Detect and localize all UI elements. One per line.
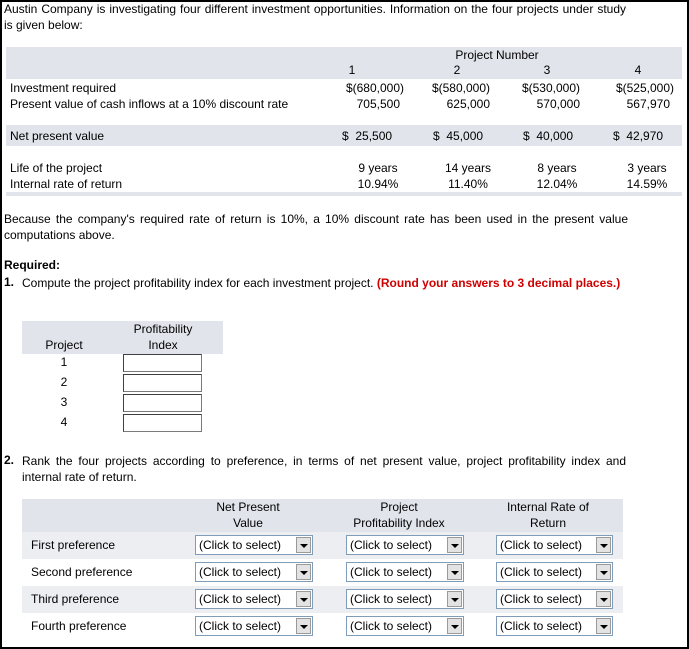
rank-col-irr-line1: Internal Rate of xyxy=(506,500,590,514)
rank-col-pi-line1: Project xyxy=(380,500,418,514)
npv-second-select[interactable]: (Click to select) xyxy=(195,562,313,582)
irr-4: 14.59% xyxy=(626,177,668,191)
select-value: (Click to select) xyxy=(500,565,583,579)
investment-1: $(680,000) xyxy=(345,81,404,95)
npv-first-select[interactable]: (Click to select) xyxy=(195,535,313,555)
life-1: 9 years xyxy=(358,161,398,175)
pi-input-project-4[interactable] xyxy=(123,414,202,432)
pi-col-index-line2: Index xyxy=(148,338,178,352)
pi-input-project-3[interactable] xyxy=(123,394,202,412)
chevron-down-icon[interactable] xyxy=(296,537,311,553)
pi-first-select[interactable]: (Click to select) xyxy=(346,535,464,555)
rank-row-label-first: First preference xyxy=(31,538,116,552)
chevron-down-icon[interactable] xyxy=(447,591,462,607)
life-2: 14 years xyxy=(444,161,492,175)
chevron-down-icon[interactable] xyxy=(296,591,311,607)
rank-col-irr-line2: Return xyxy=(529,516,567,530)
pi-input-project-2[interactable] xyxy=(123,374,202,392)
life-4: 3 years xyxy=(627,161,667,175)
rank-row-label-third: Third preference xyxy=(31,592,120,606)
q2-text: Rank the four projects according to pref… xyxy=(22,454,626,484)
pv-inflows-2: 625,000 xyxy=(446,97,490,111)
required-heading: Required: xyxy=(4,258,61,272)
irr-3: 12.04% xyxy=(536,177,578,191)
pi-row-project-2: 2 xyxy=(60,375,68,389)
select-value: (Click to select) xyxy=(350,565,433,579)
pv-inflows-1: 705,500 xyxy=(356,97,400,111)
chevron-down-icon[interactable] xyxy=(596,618,611,634)
chevron-down-icon[interactable] xyxy=(596,591,611,607)
chevron-down-icon[interactable] xyxy=(296,618,311,634)
q1-text: Compute the project profitability index … xyxy=(22,275,628,291)
select-value: (Click to select) xyxy=(199,538,282,552)
rank-row-label-fourth: Fourth preference xyxy=(31,619,127,633)
row-label-pv-inflows: Present value of cash inflows at a 10% d… xyxy=(10,97,289,111)
life-3: 8 years xyxy=(537,161,577,175)
pi-row-project-3: 3 xyxy=(60,395,68,409)
table-bottom-rule xyxy=(6,192,682,196)
irr-first-select[interactable]: (Click to select) xyxy=(496,535,613,555)
pi-third-select[interactable]: (Click to select) xyxy=(346,589,464,609)
select-value: (Click to select) xyxy=(350,619,433,633)
irr-fourth-select[interactable]: (Click to select) xyxy=(496,616,613,636)
chevron-down-icon[interactable] xyxy=(447,564,462,580)
project-col-4: 4 xyxy=(634,63,642,77)
pi-col-index-line1: Profitability xyxy=(133,322,193,336)
pi-row-project-1: 1 xyxy=(60,355,68,369)
chevron-down-icon[interactable] xyxy=(596,564,611,580)
row-label-npv: Net present value xyxy=(10,129,105,143)
select-value: (Click to select) xyxy=(500,619,583,633)
q1-number: 1. xyxy=(4,275,15,289)
q2-number: 2. xyxy=(4,453,15,467)
select-value: (Click to select) xyxy=(500,538,583,552)
project-col-3: 3 xyxy=(543,63,551,77)
row-label-life: Life of the project xyxy=(10,161,103,175)
investment-2: $(580,000) xyxy=(431,81,490,95)
discount-note: Because the company's required rate of r… xyxy=(4,212,628,242)
irr-2: 11.40% xyxy=(448,177,488,191)
intro-text: Austin Company is investigating four dif… xyxy=(4,2,626,32)
select-value: (Click to select) xyxy=(199,619,282,633)
irr-1: 10.94% xyxy=(357,177,399,191)
q1-question: Compute the project profitability index … xyxy=(22,276,374,290)
investment-4: $(525,000) xyxy=(615,81,674,95)
irr-second-select[interactable]: (Click to select) xyxy=(496,562,613,582)
rank-col-npv-line2: Value xyxy=(233,516,263,530)
select-value: (Click to select) xyxy=(500,592,583,606)
pi-second-select[interactable]: (Click to select) xyxy=(346,562,464,582)
select-value: (Click to select) xyxy=(199,565,282,579)
pv-inflows-4: 567,970 xyxy=(626,97,670,111)
rank-row-label-second: Second preference xyxy=(31,565,133,579)
npv-2: $ 45,000 xyxy=(433,129,484,143)
chevron-down-icon[interactable] xyxy=(296,564,311,580)
row-label-investment: Investment required xyxy=(10,81,117,95)
project-col-2: 2 xyxy=(453,63,461,77)
pi-input-project-1[interactable] xyxy=(123,354,202,372)
investment-3: $(530,000) xyxy=(521,81,580,95)
npv-4: $ 42,970 xyxy=(613,129,664,143)
irr-third-select[interactable]: (Click to select) xyxy=(496,589,613,609)
row-label-irr: Internal rate of return xyxy=(10,177,123,191)
npv-1: $ 25,500 xyxy=(342,129,393,143)
chevron-down-icon[interactable] xyxy=(447,618,462,634)
pv-inflows-3: 570,000 xyxy=(536,97,580,111)
project-col-1: 1 xyxy=(348,63,356,77)
pi-row-project-4: 4 xyxy=(60,415,68,429)
npv-third-select[interactable]: (Click to select) xyxy=(195,589,313,609)
select-value: (Click to select) xyxy=(199,592,282,606)
npv-3: $ 40,000 xyxy=(523,129,574,143)
select-value: (Click to select) xyxy=(350,592,433,606)
npv-fourth-select[interactable]: (Click to select) xyxy=(195,616,313,636)
q1-rounding-instruction: (Round your answers to 3 decimal places.… xyxy=(376,276,621,290)
rank-col-npv-line1: Net Present xyxy=(216,500,280,514)
chevron-down-icon[interactable] xyxy=(447,537,462,553)
project-number-header: Project Number xyxy=(455,48,539,62)
rank-col-pi-line2: Profitability Index xyxy=(353,516,445,530)
chevron-down-icon[interactable] xyxy=(596,537,611,553)
select-value: (Click to select) xyxy=(350,538,433,552)
pi-fourth-select[interactable]: (Click to select) xyxy=(346,616,464,636)
pi-col-project: Project xyxy=(45,338,83,352)
